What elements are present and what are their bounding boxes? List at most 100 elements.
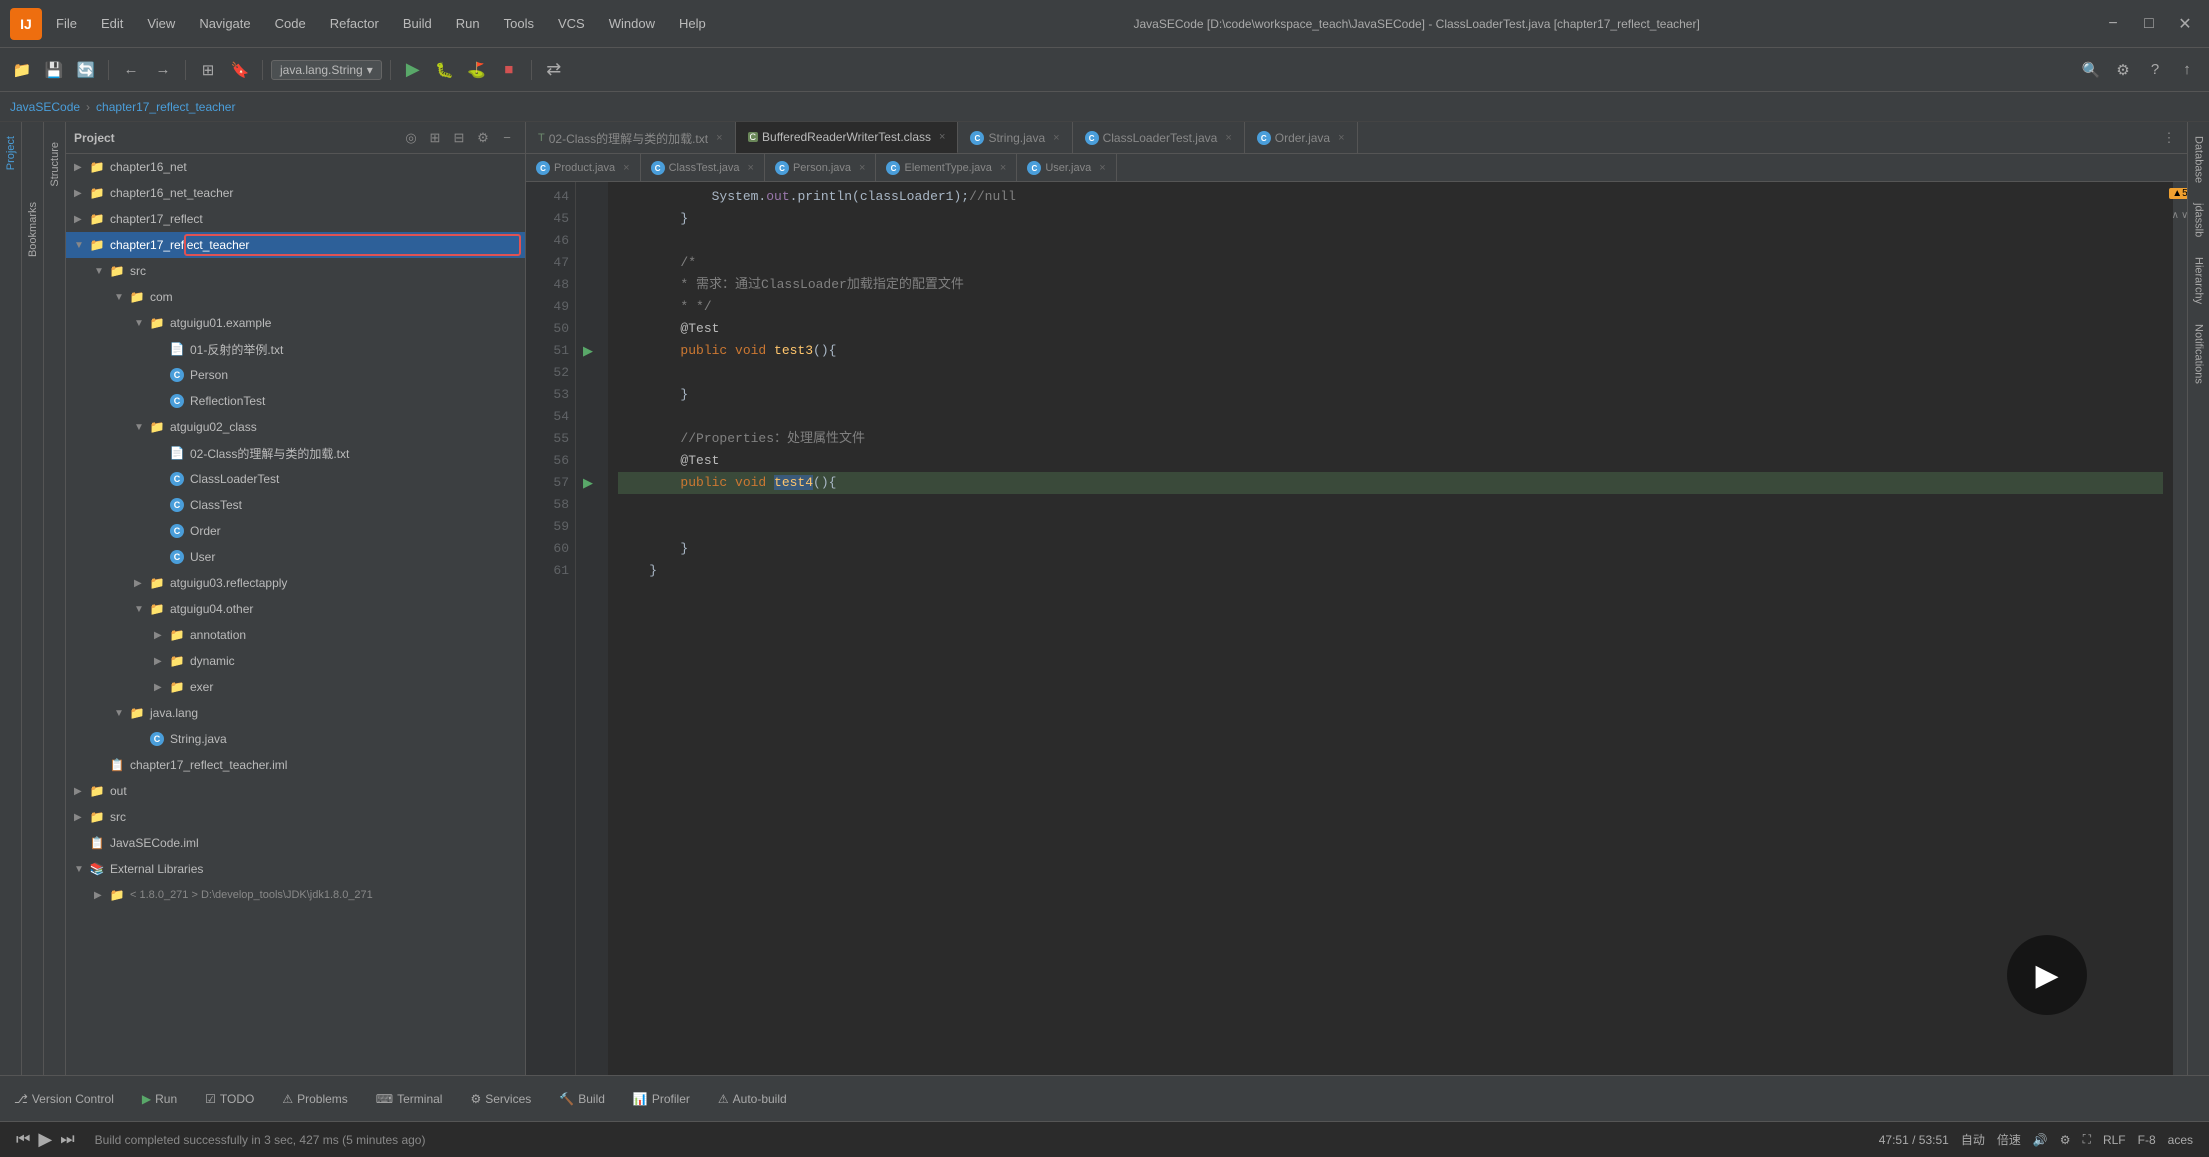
settings-button[interactable]: ⚙ (2109, 56, 2137, 84)
minimize-panel-icon[interactable]: − (497, 128, 517, 148)
open-folder-button[interactable]: 📁 (8, 56, 36, 84)
terminal-item[interactable]: ⌨ Terminal (370, 1088, 449, 1110)
bookmarks-label[interactable]: Bookmarks (27, 202, 39, 257)
skip-forward-icon[interactable]: ⏭ (60, 1131, 74, 1149)
structure-label[interactable]: Structure (49, 142, 61, 187)
run-config-dropdown[interactable]: java.lang.String ▾ (271, 60, 382, 80)
tab2-product[interactable]: C Product.java × (526, 154, 641, 182)
tree-item-dynamic[interactable]: ▶ 📁 dynamic (66, 648, 525, 674)
notifications-tab[interactable]: Notifications (2190, 314, 2208, 394)
tree-item-atguigu03[interactable]: ▶ 📁 atguigu03.reflectapply (66, 570, 525, 596)
jdasslb-tab[interactable]: jdasslb (2190, 193, 2208, 247)
sync-button[interactable]: 🔄 (72, 56, 100, 84)
translate-button[interactable]: ⇄ (540, 56, 568, 84)
tree-item-src2[interactable]: ▶ 📁 src (66, 804, 525, 830)
video-play-button[interactable]: ▶ (2007, 935, 2087, 1015)
search-button[interactable]: 🔍 (2077, 56, 2105, 84)
tab2-close-person[interactable]: × (859, 162, 865, 174)
forward-button[interactable]: → (149, 56, 177, 84)
tab2-elementtype[interactable]: C ElementType.java × (876, 154, 1017, 182)
expand-all-icon[interactable]: ⊞ (425, 128, 445, 148)
tree-item-user[interactable]: ▶ C User (66, 544, 525, 570)
debug-button[interactable]: 🐛 (431, 56, 459, 84)
tab-classloadertest[interactable]: C ClassLoaderTest.java × (1073, 122, 1245, 154)
tree-item-person[interactable]: ▶ C Person (66, 362, 525, 388)
breadcrumb-item-2[interactable]: chapter17_reflect_teacher (96, 100, 235, 114)
tree-item-out[interactable]: ▶ 📁 out (66, 778, 525, 804)
tree-item-atguigu04[interactable]: ▼ 📁 atguigu04.other (66, 596, 525, 622)
tab2-close-product[interactable]: × (623, 162, 629, 174)
tab-close-bufferedreader[interactable]: × (939, 131, 945, 143)
menu-navigate[interactable]: Navigate (195, 14, 254, 33)
tab-close-txt02[interactable]: × (716, 132, 722, 144)
tree-item-chapter17-reflect-teacher[interactable]: ▼ 📁 chapter17_reflect_teacher (66, 232, 525, 258)
help-icon-button[interactable]: ? (2141, 56, 2169, 84)
update-button[interactable]: ↑ (2173, 56, 2201, 84)
skip-back-icon[interactable]: ⏮ (16, 1131, 30, 1149)
run-with-coverage-button[interactable]: ⛳ (463, 56, 491, 84)
tab2-person[interactable]: C Person.java × (765, 154, 877, 182)
recent-files-button[interactable]: ⊞ (194, 56, 222, 84)
tree-item-atguigu01[interactable]: ▼ 📁 atguigu01.example (66, 310, 525, 336)
tab2-close-classtest[interactable]: × (748, 162, 754, 174)
profiler-item[interactable]: 📊 Profiler (627, 1088, 696, 1110)
tab-order[interactable]: C Order.java × (1245, 122, 1358, 154)
database-tab[interactable]: Database (2190, 126, 2208, 193)
tab-txt02[interactable]: T 02-Class的理解与类的加载.txt × (526, 122, 736, 154)
version-control-item[interactable]: ⎇ Version Control (8, 1088, 120, 1110)
menu-file[interactable]: File (52, 14, 81, 33)
collapse-all-icon[interactable]: ⊟ (449, 128, 469, 148)
run-button[interactable]: ▶ (399, 56, 427, 84)
tree-item-reflectiontest[interactable]: ▶ C ReflectionTest (66, 388, 525, 414)
run-item[interactable]: ▶ Run (136, 1088, 183, 1110)
menu-view[interactable]: View (143, 14, 179, 33)
tab2-close-elementtype[interactable]: × (1000, 162, 1006, 174)
build-item[interactable]: 🔨 Build (553, 1088, 611, 1110)
save-button[interactable]: 💾 (40, 56, 68, 84)
close-button[interactable]: ✕ (2171, 10, 2199, 38)
tree-item-chapter16-net[interactable]: ▶ 📁 chapter16_net (66, 154, 525, 180)
project-tab[interactable]: Project (2, 126, 20, 180)
services-item[interactable]: ⚙ Services (464, 1088, 537, 1110)
tree-item-javalang[interactable]: ▼ 📁 java.lang (66, 700, 525, 726)
minimize-button[interactable]: − (2099, 10, 2127, 38)
volume-icon[interactable]: 🔊 (2033, 1133, 2048, 1147)
menu-build[interactable]: Build (399, 14, 436, 33)
back-button[interactable]: ← (117, 56, 145, 84)
tree-item-order[interactable]: ▶ C Order (66, 518, 525, 544)
tree-item-chapter16-net-teacher[interactable]: ▶ 📁 chapter16_net_teacher (66, 180, 525, 206)
settings-icon-bottom[interactable]: ⚙ (2060, 1133, 2071, 1147)
tab-close-order[interactable]: × (1338, 132, 1344, 144)
tab-close-string[interactable]: × (1053, 132, 1059, 144)
tree-item-stringjava[interactable]: ▶ C String.java (66, 726, 525, 752)
tab2-user[interactable]: C User.java × (1017, 154, 1116, 182)
tree-item-txt02[interactable]: ▶ 📄 02-Class的理解与类的加载.txt (66, 440, 525, 466)
tree-item-src[interactable]: ▼ 📁 src (66, 258, 525, 284)
menu-run[interactable]: Run (452, 14, 484, 33)
gear-icon[interactable]: ⚙ (473, 128, 493, 148)
todo-item[interactable]: ☑ TODO (199, 1088, 260, 1110)
locate-icon[interactable]: ◎ (401, 128, 421, 148)
tab2-close-user[interactable]: × (1099, 162, 1105, 174)
tree-item-jdk[interactable]: ▶ 📁 < 1.8.0_271 > D:\develop_tools\JDK\j… (66, 882, 525, 908)
run-gutter-57[interactable]: ▶ (576, 472, 600, 494)
menu-tools[interactable]: Tools (500, 14, 538, 33)
scroll-arrows[interactable]: ∧ ∨ (2172, 204, 2187, 226)
code-content[interactable]: System.out.println(classLoader1);//null … (608, 182, 2173, 1075)
fullscreen-icon[interactable]: ⛶ (2083, 1132, 2091, 1147)
auto-build-item[interactable]: ⚠ Auto-build (712, 1088, 793, 1110)
tree-item-txt01[interactable]: ▶ 📄 01-反射的举例.txt (66, 336, 525, 362)
menu-vcs[interactable]: VCS (554, 14, 589, 33)
tree-item-chapter17-reflect[interactable]: ▶ 📁 chapter17_reflect (66, 206, 525, 232)
problems-item[interactable]: ⚠ Problems (276, 1088, 353, 1110)
tree-item-annotation[interactable]: ▶ 📁 annotation (66, 622, 525, 648)
tree-item-com[interactable]: ▼ 📁 com (66, 284, 525, 310)
breadcrumb-item-1[interactable]: JavaSECode (10, 100, 80, 114)
tab-bufferedreader[interactable]: C BufferedReaderWriterTest.class × (736, 122, 959, 154)
maximize-button[interactable]: □ (2135, 10, 2163, 38)
play-pause-icon[interactable]: ▶ (38, 1129, 52, 1150)
tree-item-exer[interactable]: ▶ 📁 exer (66, 674, 525, 700)
hierarchy-tab[interactable]: Hierarchy (2190, 247, 2208, 314)
run-gutter-51[interactable]: ▶ (576, 340, 600, 362)
tree-item-classtest[interactable]: ▶ C ClassTest (66, 492, 525, 518)
